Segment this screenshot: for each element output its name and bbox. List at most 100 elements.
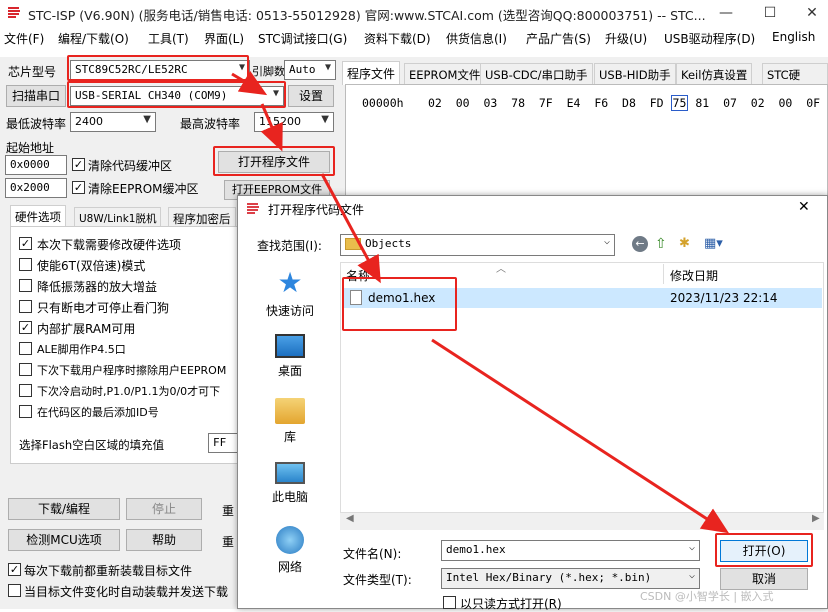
place-quick-access[interactable]: ★ 快速访问 (247, 268, 333, 319)
max-baud-select[interactable]: 115200 ▼ (254, 112, 334, 132)
readonly-label: 以只读方式打开(R) (460, 597, 562, 611)
chevron-down-icon: ⌵ (688, 570, 695, 581)
min-baud-label: 最低波特率 (6, 117, 67, 131)
tab-usb-cdc[interactable]: USB-CDC/串口助手 (480, 63, 593, 86)
filename-label: 文件名(N): (343, 547, 402, 561)
watermark: CSDN @小智学长 | 嵌入式 (640, 590, 774, 603)
desktop-icon (275, 334, 305, 358)
back-icon[interactable]: ← (632, 236, 648, 252)
option-checkbox[interactable] (19, 279, 32, 292)
place-this-pc[interactable]: 此电脑 (247, 462, 333, 505)
new-folder-icon[interactable]: ✱ (679, 236, 690, 251)
option-label: 下次冷启动时,P1.0/P1.1为0/0才可下 (37, 385, 221, 398)
menu-supply[interactable]: 供货信息(I) (446, 30, 507, 47)
folder-icon (345, 238, 361, 250)
scan-port-button[interactable]: 扫描串口 (6, 85, 66, 107)
star-icon: ★ (277, 266, 303, 299)
stop-button[interactable]: 停止 (126, 498, 202, 520)
minimize-icon[interactable]: — (712, 2, 740, 24)
menu-upgrade[interactable]: 升级(U) (605, 30, 647, 47)
place-network[interactable]: 网络 (247, 526, 333, 575)
close-icon[interactable]: ✕ (798, 2, 826, 24)
tab-usb-hid[interactable]: USB-HID助手 (594, 63, 676, 86)
file-highlight (342, 277, 457, 331)
option-checkbox[interactable]: ✓ (19, 321, 32, 334)
option-label: ALE脚用作P4.5口 (37, 343, 126, 356)
up-folder-icon[interactable]: ⇧ (655, 236, 667, 252)
option-checkbox[interactable]: ✓ (19, 237, 32, 250)
filename-input[interactable]: demo1.hex ⌵ (441, 540, 700, 561)
settings-button[interactable]: 设置 (288, 85, 334, 107)
look-in-label: 查找范围(I): (257, 239, 322, 253)
chip-label: 芯片型号 (8, 65, 57, 79)
computer-icon (275, 462, 305, 484)
menu-file[interactable]: 文件(F) (4, 30, 44, 47)
look-in-select[interactable]: Objects ⌵ (340, 234, 615, 256)
tab-stc-hw[interactable]: STC硬 (762, 63, 828, 86)
option-checkbox[interactable] (19, 384, 32, 397)
fill-value-label: 选择Flash空白区域的填充值 (19, 438, 165, 452)
option-checkbox[interactable] (19, 258, 32, 271)
filetype-select[interactable]: Intel Hex/Binary (*.hex; *.bin) ⌵ (441, 568, 700, 589)
menu-debug[interactable]: STC调试接口(G) (258, 30, 347, 47)
tab-eeprom-file[interactable]: EEPROM文件 (404, 63, 486, 86)
reload-label: 每次下载前都重新装载目标文件 (24, 564, 193, 578)
menu-english[interactable]: English (772, 30, 815, 44)
chevron-down-icon: ▼ (321, 114, 329, 125)
menu-ads[interactable]: 产品广告(S) (526, 30, 591, 47)
scroll-right-icon[interactable]: ▶ (812, 513, 820, 524)
chevron-down-icon: ▼ (143, 114, 151, 125)
clear-code-label: 清除代码缓冲区 (88, 159, 173, 173)
open-button-highlight (715, 533, 813, 567)
horizontal-scrollbar[interactable] (340, 512, 824, 530)
max-baud-label: 最高波特率 (180, 117, 241, 131)
hex-cursor: 75 (670, 95, 689, 111)
hex-address: 00000h (362, 96, 404, 110)
cancel-button[interactable]: 取消 (720, 568, 808, 590)
scroll-left-icon[interactable]: ◀ (346, 513, 354, 524)
place-desktop[interactable]: 桌面 (247, 334, 333, 379)
option-checkbox[interactable] (19, 363, 32, 376)
pin-label: 引脚数 (252, 65, 285, 78)
reprogram-label-2: 重 (222, 535, 235, 549)
menu-docs[interactable]: 资料下载(D) (364, 30, 431, 47)
column-date-header[interactable]: 修改日期 (670, 267, 718, 284)
menu-usb-driver[interactable]: USB驱动程序(D) (664, 30, 755, 47)
pin-select[interactable]: Auto ▼ (284, 60, 336, 80)
dialog-app-icon (246, 201, 260, 215)
hex-bytes: 02 00 03 78 7F E4 F6 D8 FD 75 81 07 02 0… (428, 95, 821, 111)
tab-hardware-options[interactable]: 硬件选项 (10, 205, 66, 228)
dialog-title: 打开程序代码文件 (268, 203, 365, 217)
dialog-close-icon[interactable]: ✕ (798, 199, 810, 215)
clear-eeprom-label: 清除EEPROM缓冲区 (88, 182, 199, 196)
app-icon (6, 5, 22, 21)
library-icon (275, 398, 305, 424)
menu-interface[interactable]: 界面(L) (204, 30, 244, 47)
download-program-button[interactable]: 下载/编程 (8, 498, 120, 520)
clear-code-checkbox[interactable]: ✓ (72, 158, 85, 171)
fill-value-select[interactable]: FF (208, 433, 238, 453)
eeprom-address-input[interactable]: 0x2000 (5, 178, 67, 198)
reload-checkbox[interactable]: ✓ (8, 563, 21, 576)
code-address-input[interactable]: 0x0000 (5, 155, 67, 175)
detect-mcu-button[interactable]: 检测MCU选项 (8, 529, 120, 551)
start-address-label: 起始地址 (6, 141, 55, 155)
file-date: 2023/11/23 22:14 (670, 291, 778, 305)
option-checkbox[interactable] (19, 300, 32, 313)
view-menu-icon[interactable]: ▦▾ (704, 236, 723, 251)
menu-program[interactable]: 编程/下载(O) (58, 30, 129, 47)
menu-tools[interactable]: 工具(T) (148, 30, 189, 47)
tab-keil-sim[interactable]: Keil仿真设置 (676, 63, 753, 86)
place-library[interactable]: 库 (247, 398, 333, 445)
option-checkbox[interactable] (19, 405, 32, 418)
readonly-checkbox[interactable] (443, 596, 456, 609)
help-button[interactable]: 帮助 (126, 529, 202, 551)
autoload-checkbox[interactable] (8, 584, 21, 597)
autoload-label: 当目标文件变化时自动装载并发送下载 (24, 585, 229, 599)
maximize-icon[interactable]: ☐ (756, 2, 784, 24)
clear-eeprom-checkbox[interactable]: ✓ (72, 181, 85, 194)
tab-program-file[interactable]: 程序文件 (342, 61, 401, 85)
chevron-down-icon: ⌵ (603, 236, 610, 247)
min-baud-select[interactable]: 2400 ▼ (70, 112, 156, 132)
option-checkbox[interactable] (19, 342, 32, 355)
